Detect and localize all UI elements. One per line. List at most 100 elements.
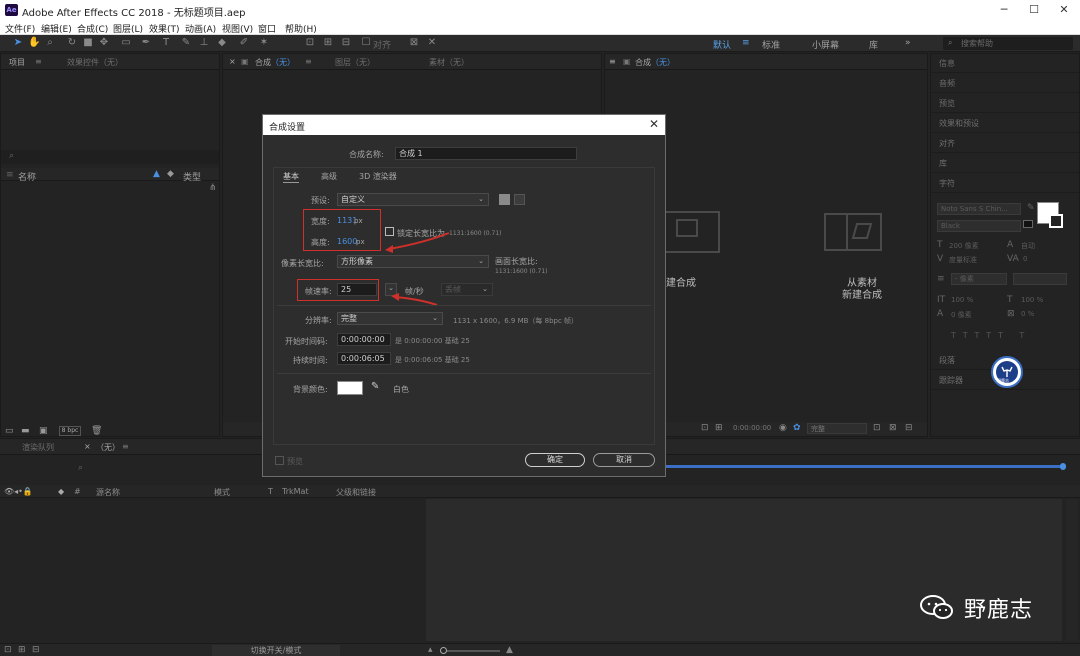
menu-view[interactable]: 视图(V) [222, 22, 253, 35]
transparency-grid-icon[interactable]: ⊠ [889, 423, 897, 433]
bpc-button[interactable]: 8 bpc [59, 426, 81, 436]
workspace-standard[interactable]: 标准 [762, 38, 780, 51]
cancel-button[interactable]: 取消 [593, 453, 655, 467]
panel-preview[interactable]: 预览 [931, 94, 1079, 113]
panel-menu-icon[interactable]: ≡ [122, 442, 129, 451]
font-style-dropdown[interactable]: Black [937, 220, 1021, 232]
tracking-value[interactable]: 0 [1023, 255, 1027, 263]
black-swatch[interactable] [1023, 220, 1033, 228]
3d-view-icon[interactable]: ⊟ [905, 423, 913, 433]
hand-tool-icon[interactable]: ✋ [28, 37, 40, 49]
current-time[interactable]: 0:00:00:00 [733, 424, 771, 432]
stroke-color-swatch[interactable] [1049, 214, 1063, 228]
view-axis-icon[interactable]: ⊟ [340, 37, 352, 49]
grid-icon[interactable]: ⊞ [715, 423, 723, 433]
project-search-bar[interactable]: ⌕ [1, 150, 219, 164]
zoom-tool-icon[interactable]: ⌕ [44, 37, 56, 49]
tab-footage[interactable]: 素材（无） [429, 57, 469, 68]
panel-align[interactable]: 对齐 [931, 134, 1079, 153]
tab-composition[interactable]: 合成（无） [255, 57, 295, 68]
start-timecode-input[interactable]: 0:00:00:00 [337, 333, 391, 346]
color-channel-icon[interactable]: ✿ [793, 423, 801, 433]
baseline-value[interactable]: 0 像素 [951, 310, 972, 320]
menu-animation[interactable]: 动画(A) [185, 22, 216, 35]
zoom-slider-track[interactable] [440, 650, 500, 652]
menu-layer[interactable]: 图层(L) [113, 22, 143, 35]
horizontal-scale-value[interactable]: 100 % [1021, 296, 1043, 304]
snap-option2-icon[interactable]: ✕ [426, 37, 438, 49]
tab-render-queue[interactable]: 渲染队列 [22, 442, 54, 453]
zoom-out-icon[interactable]: ▴ [428, 645, 433, 655]
column-parent[interactable]: 父级和链接 [336, 487, 376, 498]
tab-timeline-comp[interactable]: （无） [96, 442, 120, 453]
local-axis-icon[interactable]: ⊡ [304, 37, 316, 49]
menu-window[interactable]: 窗口 [258, 22, 276, 35]
fast-preview-icon[interactable]: ⊡ [873, 423, 881, 433]
camera-tool-icon[interactable]: ■ [82, 37, 94, 49]
duration-input[interactable]: 0:00:06:05 [337, 352, 391, 365]
work-area-bar[interactable] [664, 465, 1064, 468]
maximize-icon[interactable]: ☐ [1020, 2, 1048, 18]
selection-tool-icon[interactable]: ➤ [12, 37, 24, 49]
tab-basic[interactable]: 基本 [283, 171, 299, 183]
workspace-default-menu-icon[interactable]: ≡ [742, 38, 750, 48]
panel-effects-presets[interactable]: 效果和预设 [931, 114, 1079, 133]
timeline-scrollbar[interactable] [1066, 499, 1078, 641]
toggle-switches-modes-button[interactable]: 切换开关/模式 [212, 645, 340, 656]
text-tool-icon[interactable]: T [160, 37, 172, 49]
workspace-default[interactable]: 默认 [713, 38, 731, 51]
panel-menu-icon[interactable]: ≡ [305, 57, 312, 66]
tsume-value[interactable]: 0 % [1021, 310, 1034, 318]
leading-value[interactable]: 自动 [1021, 241, 1035, 251]
comp-name-input[interactable]: 合成 1 [395, 147, 577, 160]
new-composition-text[interactable]: 建合成 [661, 274, 701, 289]
font-family-dropdown[interactable]: Noto Sans S Chin... [937, 203, 1021, 215]
tab-effect-controls[interactable]: 效果控件（无） [67, 57, 123, 68]
column-t[interactable]: T [268, 487, 273, 496]
close-tab-icon[interactable]: × [84, 442, 91, 451]
rectangle-tool-icon[interactable]: ▭ [120, 37, 132, 49]
menu-effect[interactable]: 效果(T) [149, 22, 180, 35]
menu-file[interactable]: 文件(F) [5, 22, 35, 35]
menu-edit[interactable]: 编辑(E) [41, 22, 72, 35]
stroke-style-dropdown[interactable] [1013, 273, 1067, 285]
world-axis-icon[interactable]: ⊞ [322, 37, 334, 49]
rotate-tool-icon[interactable]: ↻ [66, 37, 78, 49]
snap-checkbox[interactable]: ☐ [360, 37, 372, 49]
resolution-select[interactable]: 完整 ⌄ [337, 312, 443, 325]
eraser-tool-icon[interactable]: ◆ [216, 37, 228, 49]
clone-stamp-tool-icon[interactable]: ⊥ [198, 37, 210, 49]
stroke-width-field[interactable]: - 像素 [951, 273, 1007, 285]
region-of-interest-icon[interactable]: ⊡ [701, 423, 709, 433]
zoom-in-icon[interactable]: ▲ [506, 645, 513, 655]
comp-flowchart-icon[interactable]: ⊡ [4, 645, 12, 655]
text-style-buttons[interactable]: TTTTT T [951, 331, 1071, 343]
flowchart-icon[interactable]: ⋔ [209, 183, 217, 193]
snap-option-icon[interactable]: ⊠ [408, 37, 420, 49]
kerning-value[interactable]: 度量标准 [949, 255, 977, 265]
tab-advanced[interactable]: 高级 [321, 171, 337, 182]
panel-character[interactable]: 字符 [931, 174, 1079, 193]
resolution-dropdown[interactable]: 完整 [807, 423, 867, 434]
layer-switches-icon[interactable]: ⊞ [18, 645, 26, 655]
menu-help[interactable]: 帮助(H) [285, 22, 317, 35]
workspace-small-screen[interactable]: 小屏幕 [812, 38, 839, 51]
column-source-name[interactable]: 源名称 [96, 487, 120, 498]
trash-icon[interactable]: 🗑 [91, 426, 102, 436]
new-comp-from-footage-icon[interactable] [823, 208, 883, 256]
pan-behind-tool-icon[interactable]: ✥ [98, 37, 110, 49]
ok-button[interactable]: 确定 [525, 453, 585, 467]
new-folder-icon[interactable]: ▬ [21, 426, 30, 436]
panel-menu-icon[interactable]: ≡ [35, 57, 42, 66]
minimize-icon[interactable]: ─ [990, 2, 1018, 18]
font-size-value[interactable]: 200 像素 [949, 241, 979, 251]
interpret-footage-icon[interactable]: ▭ [5, 426, 14, 436]
close-window-icon[interactable]: ✕ [1050, 2, 1078, 18]
workspace-libraries[interactable]: 库 [869, 38, 878, 51]
panel-menu-icon[interactable]: ≡ [609, 57, 616, 66]
from-footage-line2[interactable]: 新建合成 [827, 286, 897, 301]
puppet-tool-icon[interactable]: ✶ [258, 37, 270, 49]
close-icon[interactable]: ✕ [649, 117, 659, 131]
panel-libraries[interactable]: 库 [931, 154, 1079, 173]
delete-preset-icon[interactable] [514, 194, 525, 205]
